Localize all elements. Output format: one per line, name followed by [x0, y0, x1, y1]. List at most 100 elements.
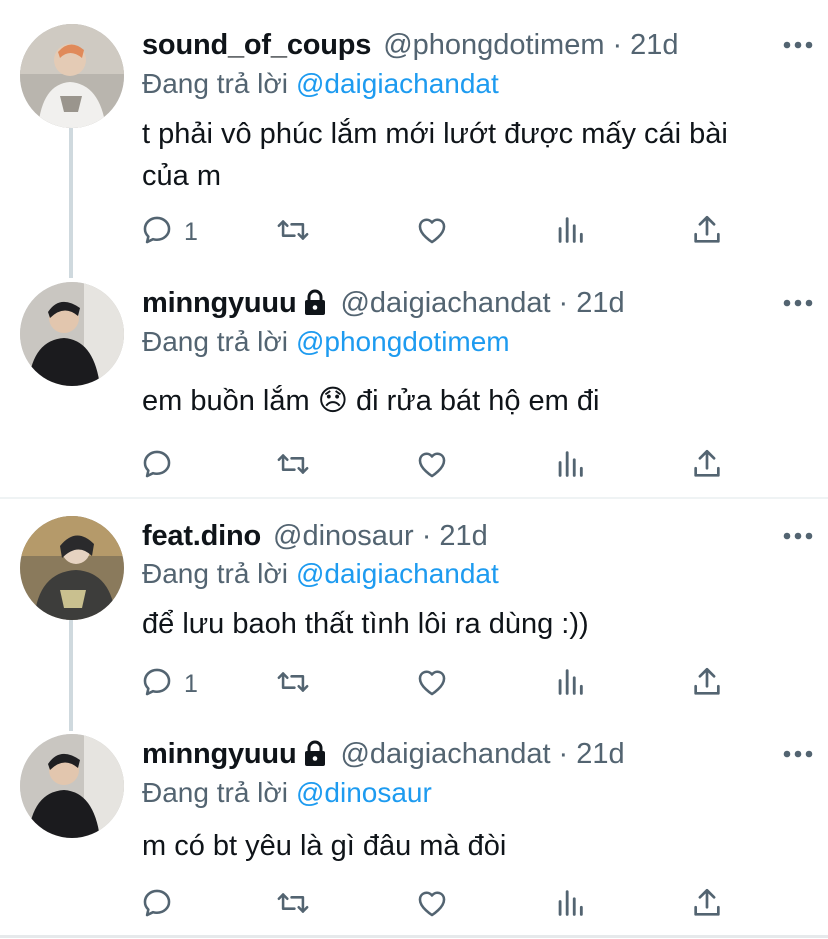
retweet-button[interactable]	[276, 212, 310, 252]
tweet[interactable]: minngyuuu @daigiachandat · 21d Đang trả …	[0, 729, 828, 935]
author-handle[interactable]: @daigiachandat	[340, 738, 550, 771]
analytics-button[interactable]	[553, 664, 587, 704]
reply-icon	[140, 665, 174, 704]
more-icon[interactable]	[778, 27, 818, 63]
heart-icon	[415, 213, 449, 252]
author-name[interactable]: sound_of_coups	[142, 29, 371, 62]
reply-button[interactable]: 1	[140, 664, 198, 704]
tweet-text-line: t phải vô phúc lắm mới lướt được mấy cái…	[142, 118, 728, 150]
share-button[interactable]	[690, 446, 724, 486]
share-button[interactable]	[690, 212, 724, 252]
tweet-text: m có bt yêu là gì đâu mà đòi	[142, 825, 800, 867]
reply-mention[interactable]: @dinosaur	[296, 777, 432, 808]
avatar[interactable]	[20, 282, 124, 386]
retweet-button[interactable]	[276, 664, 310, 704]
more-icon[interactable]	[778, 518, 818, 554]
share-button[interactable]	[690, 664, 724, 704]
analytics-button[interactable]	[553, 885, 587, 925]
replying-label: Đang trả lời	[142, 558, 288, 589]
replying-to: Đang trả lời @daigiachandat	[142, 68, 499, 100]
like-button[interactable]	[415, 212, 449, 252]
more-icon[interactable]	[778, 285, 818, 321]
tweet-text: em buồn lắm 😞 đi rửa bát hộ em đi	[142, 380, 800, 422]
retweet-button[interactable]	[276, 885, 310, 925]
tweet[interactable]: feat.dino @dinosaur · 21d Đang trả lời @d…	[0, 499, 828, 731]
analytics-icon	[553, 665, 587, 704]
timestamp[interactable]: 21d	[576, 738, 624, 771]
retweet-icon	[276, 447, 310, 486]
reply-mention[interactable]: @daigiachandat	[296, 558, 499, 589]
retweet-button[interactable]	[276, 446, 310, 486]
avatar[interactable]	[20, 734, 124, 838]
separator-dot: ·	[558, 286, 569, 319]
separator-dot: ·	[612, 28, 623, 61]
reply-icon	[140, 447, 174, 486]
reply-button[interactable]	[140, 885, 184, 925]
tweet-actions	[140, 885, 740, 925]
like-button[interactable]	[415, 446, 449, 486]
more-icon[interactable]	[778, 736, 818, 772]
reply-icon	[140, 213, 174, 252]
share-icon	[690, 886, 724, 925]
tweet-actions: 1	[140, 212, 740, 252]
retweet-icon	[276, 886, 310, 925]
replying-label: Đang trả lời	[142, 68, 288, 99]
author-name[interactable]: feat.dino	[142, 520, 261, 553]
heart-icon	[415, 665, 449, 704]
timestamp[interactable]: 21d	[439, 520, 487, 553]
tweet-text-line: của m	[142, 160, 221, 192]
reply-button[interactable]: 1	[140, 212, 198, 252]
timestamp[interactable]: 21d	[576, 287, 624, 320]
analytics-icon	[553, 447, 587, 486]
separator-dot: ·	[421, 519, 432, 552]
tweet-actions	[140, 446, 740, 486]
lock-icon	[302, 739, 328, 769]
retweet-icon	[276, 665, 310, 704]
replying-to: Đang trả lời @dinosaur	[142, 777, 432, 809]
like-button[interactable]	[415, 664, 449, 704]
tweet-text-line: m có bt yêu là gì đâu mà đòi	[142, 830, 507, 862]
heart-icon	[415, 447, 449, 486]
thread-line	[69, 128, 73, 278]
retweet-icon	[276, 213, 310, 252]
analytics-icon	[553, 213, 587, 252]
author-handle[interactable]: @dinosaur	[273, 520, 414, 553]
reply-mention[interactable]: @phongdotimem	[296, 326, 510, 357]
tweet[interactable]: sound_of_coups @phongdotimem · 21d Đang …	[0, 0, 828, 278]
replying-to: Đang trả lời @phongdotimem	[142, 326, 510, 358]
avatar[interactable]	[20, 24, 124, 128]
share-icon	[690, 213, 724, 252]
share-button[interactable]	[690, 885, 724, 925]
replying-label: Đang trả lời	[142, 326, 288, 357]
reply-button[interactable]	[140, 446, 184, 486]
analytics-icon	[553, 886, 587, 925]
reply-count: 1	[184, 669, 198, 698]
reply-count: 1	[184, 217, 198, 246]
author-name[interactable]: minngyuuu	[142, 738, 297, 771]
share-icon	[690, 665, 724, 704]
timestamp[interactable]: 21d	[630, 29, 678, 62]
tweet-text-line: để lưu baoh thất tình lôi ra dùng :))	[142, 608, 589, 640]
author-name[interactable]: minngyuuu	[142, 287, 297, 320]
analytics-button[interactable]	[553, 212, 587, 252]
reply-icon	[140, 886, 174, 925]
tweet-text-line: em buồn lắm 😞 đi rửa bát hộ em đi	[142, 385, 600, 417]
analytics-button[interactable]	[553, 446, 587, 486]
replying-to: Đang trả lời @daigiachandat	[142, 558, 499, 590]
tweet-text: t phải vô phúc lắm mới lướt được mấy cái…	[142, 113, 800, 197]
reply-mention[interactable]: @daigiachandat	[296, 68, 499, 99]
tweet-text: để lưu baoh thất tình lôi ra dùng :))	[142, 603, 800, 645]
heart-icon	[415, 886, 449, 925]
avatar[interactable]	[20, 516, 124, 620]
separator-dot: ·	[558, 737, 569, 770]
bottom-divider	[0, 935, 828, 938]
lock-icon	[302, 288, 328, 318]
author-handle[interactable]: @phongdotimem	[383, 29, 604, 62]
tweet[interactable]: minngyuuu @daigiachandat · 21d Đang trả …	[0, 260, 828, 498]
author-handle[interactable]: @daigiachandat	[340, 287, 550, 320]
tweet-actions: 1	[140, 664, 740, 704]
like-button[interactable]	[415, 885, 449, 925]
share-icon	[690, 447, 724, 486]
replying-label: Đang trả lời	[142, 777, 288, 808]
thread-line	[69, 620, 73, 731]
